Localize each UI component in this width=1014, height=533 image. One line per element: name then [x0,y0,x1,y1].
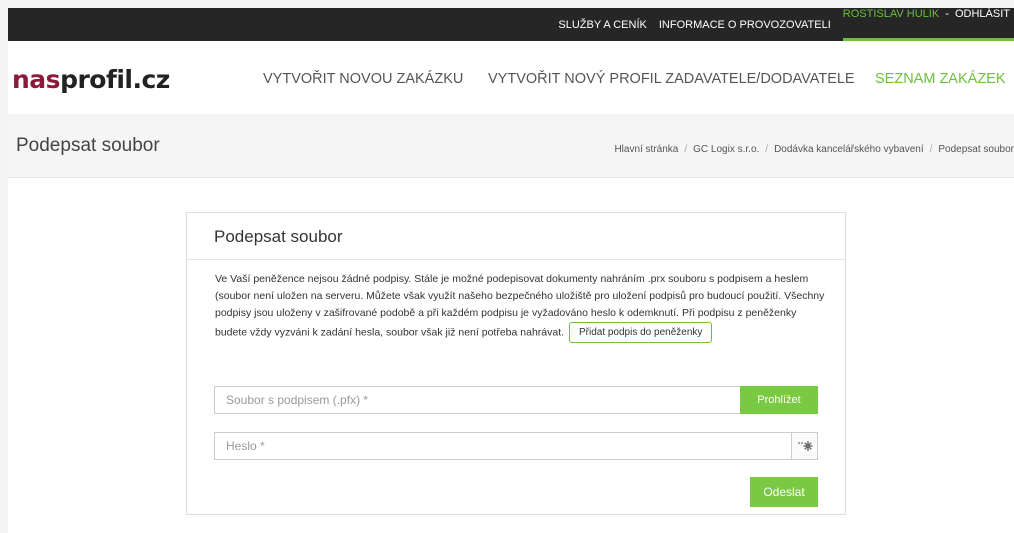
breadcrumb-separator: / [929,144,933,155]
password-field [214,432,818,460]
submit-button[interactable]: Odeslat [750,477,818,507]
nav-new-profile[interactable]: VYTVOŘIT NOVÝ PROFIL ZADAVATELE/DODAVATE… [488,69,855,89]
nav-order-list[interactable]: SEZNAM ZAKÁZEK [875,69,1006,89]
top-links: SLUŽBY A CENÍK INFORMACE O PROVOZOVATELI… [558,8,1014,41]
signature-file-input[interactable] [215,387,740,413]
logout-link[interactable]: ODHLÁSIT [955,8,1010,20]
user-separator: - [945,8,949,20]
breadcrumb: Hlavní stránka / GC Logix s.r.o. / Dodávka k… [614,144,1014,155]
breadcrumb-home[interactable]: Hlavní stránka [614,144,678,155]
eye-icon-graphic [797,441,812,451]
top-bar: SLUŽBY A CENÍK INFORMACE O PROVOZOVATELI… [8,8,1014,41]
eye-icon[interactable] [791,433,817,459]
panel-header: Podepsat soubor [187,213,845,260]
password-input[interactable] [215,433,790,459]
browser-viewport: SLUŽBY A CENÍK INFORMACE O PROVOZOVATELI… [8,8,1014,533]
nav-new-order[interactable]: VYTVOŘIT NOVOU ZAKÁZKU [263,69,463,89]
sign-file-panel: Podepsat soubor Ve Vaší peněžence nejsou… [186,212,846,515]
breadcrumb-company[interactable]: GC Logix s.r.o. [693,144,759,155]
add-to-wallet-button[interactable]: Přidat podpis do peněženky [568,322,713,343]
page-title: Podepsat soubor [16,135,160,156]
user-name-link[interactable]: ROSTISLAV HULIK [843,8,939,20]
info-text: Ve Vaší peněžence nejsou žádné podpisy. … [215,271,825,343]
operator-info-link[interactable]: INFORMACE O PROVOZOVATELI [659,19,831,31]
breadcrumb-current: Podepsat soubor [938,144,1014,155]
services-link[interactable]: SLUŽBY A CENÍK [558,19,646,31]
main-nav: VYTVOŘIT NOVOU ZAKÁZKU VYTVOŘIT NOVÝ PRO… [8,69,1014,89]
breadcrumb-order[interactable]: Dodávka kancelářského vybavení [774,144,924,155]
breadcrumb-separator: / [684,144,688,155]
breadcrumb-separator: / [765,144,769,155]
panel-heading: Podepsat soubor [214,227,343,246]
browse-button[interactable]: Prohlížet [740,386,818,414]
info-paragraph: Ve Vaší peněžence nejsou žádné podpisy. … [215,273,825,339]
user-menu: ROSTISLAV HULIK - ODHLÁSIT [842,8,1014,41]
site-header: nasprofil.cz VYTVOŘIT NOVOU ZAKÁZKU VYTV… [8,41,1014,114]
signature-file-field: Prohlížet [214,386,818,414]
page-title-bar: Podepsat soubor Hlavní stránka / GC Logix … [8,114,1014,178]
